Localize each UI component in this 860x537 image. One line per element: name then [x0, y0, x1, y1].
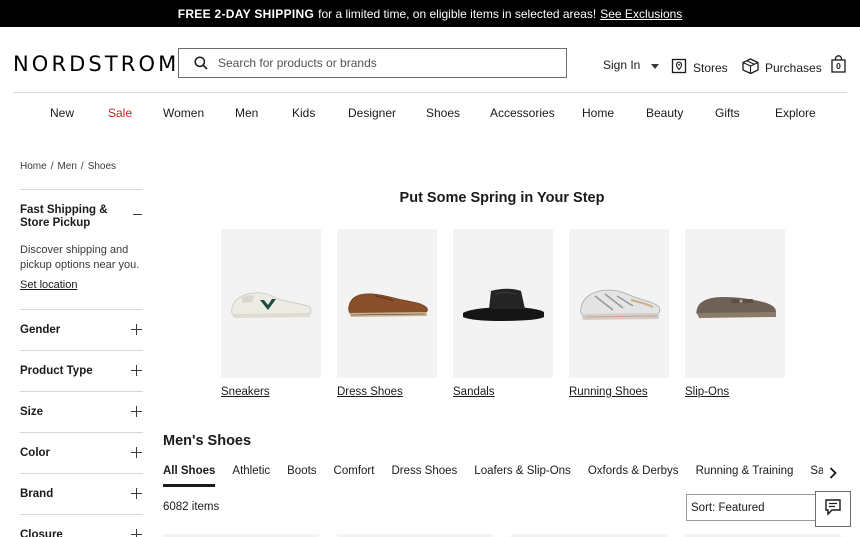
- expand-plus-icon: [131, 365, 142, 376]
- category-carousel: Sneakers Dress Shoes Sandals Running Sho…: [221, 229, 785, 398]
- category-running-shoes[interactable]: Running Shoes: [569, 229, 669, 398]
- nav-gifts[interactable]: Gifts: [715, 106, 740, 120]
- breadcrumb-home[interactable]: Home: [20, 161, 47, 172]
- category-label[interactable]: Sneakers: [221, 386, 321, 398]
- set-location-link[interactable]: Set location: [20, 279, 77, 291]
- nav-sale[interactable]: Sale: [108, 106, 132, 120]
- nav-home[interactable]: Home: [582, 106, 614, 120]
- item-count: 6082 items: [163, 501, 220, 513]
- filter-product-type[interactable]: Product Type: [20, 351, 143, 392]
- nav-kids[interactable]: Kids: [292, 106, 315, 120]
- category-label[interactable]: Slip-Ons: [685, 386, 785, 398]
- shopping-bag-button[interactable]: 0: [831, 55, 846, 78]
- nav-men[interactable]: Men: [235, 106, 258, 120]
- promo-text: for a limited time, on eligible items in…: [318, 6, 597, 21]
- running-shoe-image[interactable]: [569, 229, 669, 378]
- hero-title: Put Some Spring in Your Step: [399, 190, 605, 206]
- dress-shoe-image[interactable]: [337, 229, 437, 378]
- main-navigation: New Sale Women Men Kids Designer Shoes A…: [13, 92, 847, 132]
- category-label[interactable]: Dress Shoes: [337, 386, 437, 398]
- tab-loafers-slip-ons[interactable]: Loafers & Slip-Ons: [474, 465, 571, 487]
- sign-in-label: Sign In: [603, 58, 641, 72]
- breadcrumb: Home / Men / Shoes: [20, 161, 116, 172]
- search-bar[interactable]: [178, 48, 567, 78]
- shipping-description: Discover shipping and pickup options nea…: [20, 244, 140, 271]
- category-sandals[interactable]: Sandals: [453, 229, 553, 398]
- tab-athletic[interactable]: Athletic: [232, 465, 270, 487]
- tab-all-shoes[interactable]: All Shoes: [163, 465, 216, 487]
- sort-dropdown[interactable]: Sort: Featured: [686, 494, 818, 521]
- nav-accessories[interactable]: Accessories: [490, 106, 555, 120]
- filter-label: Gender: [20, 324, 61, 336]
- nav-shoes[interactable]: Shoes: [426, 106, 460, 120]
- breadcrumb-shoes: Shoes: [87, 161, 117, 172]
- expand-plus-icon: [131, 406, 142, 417]
- chevron-down-icon: [646, 58, 660, 72]
- tab-oxfords-derbys[interactable]: Oxfords & Derbys: [588, 465, 679, 487]
- filter-gender[interactable]: Gender: [20, 310, 143, 351]
- nav-explore[interactable]: Explore: [775, 106, 816, 120]
- see-exclusions-link[interactable]: See Exclusions: [600, 7, 682, 21]
- expand-plus-icon: [131, 488, 142, 499]
- package-icon: [742, 58, 759, 77]
- search-icon[interactable]: [192, 54, 210, 72]
- filter-closure[interactable]: Closure: [20, 515, 143, 537]
- tab-dress-shoes[interactable]: Dress Shoes: [391, 465, 457, 487]
- filter-sidebar: Fast Shipping & Store Pickup Discover sh…: [20, 189, 143, 537]
- purchases-button[interactable]: Purchases: [742, 58, 822, 77]
- expand-plus-icon: [131, 447, 142, 458]
- stores-button[interactable]: Stores: [671, 58, 728, 77]
- expand-plus-icon: [131, 324, 142, 335]
- nav-new[interactable]: New: [50, 106, 74, 120]
- sign-in-button[interactable]: Sign In: [603, 58, 660, 72]
- filter-label: Size: [20, 406, 44, 418]
- filter-label: Product Type: [20, 365, 93, 377]
- category-label[interactable]: Sandals: [453, 386, 553, 398]
- breadcrumb-men[interactable]: Men: [57, 161, 76, 172]
- promo-bold-text: FREE 2-DAY SHIPPING: [177, 6, 315, 21]
- store-map-icon: [671, 58, 687, 77]
- search-input[interactable]: [218, 56, 538, 70]
- breadcrumb-separator: /: [50, 161, 54, 172]
- nav-beauty[interactable]: Beauty: [646, 106, 683, 120]
- shipping-filter-label[interactable]: Fast Shipping & Store Pickup: [20, 204, 128, 230]
- stores-label: Stores: [693, 60, 728, 75]
- tab-comfort[interactable]: Comfort: [334, 465, 375, 487]
- filter-label: Closure: [20, 529, 63, 537]
- promo-banner: FREE 2-DAY SHIPPING for a limited time, …: [0, 0, 860, 27]
- collapse-minus-icon[interactable]: [133, 214, 142, 215]
- sneaker-image[interactable]: [221, 229, 321, 378]
- subcategory-tabs: All Shoes Athletic Boots Comfort Dress S…: [163, 465, 823, 487]
- nav-women[interactable]: Women: [163, 106, 204, 120]
- shipping-filter-panel: Fast Shipping & Store Pickup Discover sh…: [20, 190, 143, 310]
- sandal-image[interactable]: [453, 229, 553, 378]
- tab-running-training[interactable]: Running & Training: [696, 465, 794, 487]
- filter-label: Brand: [20, 488, 54, 500]
- category-dress-shoes[interactable]: Dress Shoes: [337, 229, 437, 398]
- tab-sandals-flip-flops[interactable]: Sandals & Flip-Flops: [810, 465, 823, 487]
- slip-on-image[interactable]: [685, 229, 785, 378]
- chat-icon: [824, 498, 842, 521]
- category-sneakers[interactable]: Sneakers: [221, 229, 321, 398]
- listing-title: Men's Shoes: [163, 433, 252, 449]
- filter-size[interactable]: Size: [20, 392, 143, 433]
- category-label[interactable]: Running Shoes: [569, 386, 669, 398]
- nav-designer[interactable]: Designer: [348, 106, 396, 120]
- breadcrumb-separator: /: [80, 161, 84, 172]
- category-slip-ons[interactable]: Slip-Ons: [685, 229, 785, 398]
- filter-color[interactable]: Color: [20, 433, 143, 474]
- filter-brand[interactable]: Brand: [20, 474, 143, 515]
- tab-boots[interactable]: Boots: [287, 465, 316, 487]
- expand-plus-icon: [131, 529, 142, 537]
- chevron-right-icon[interactable]: [826, 466, 840, 480]
- bag-count: 0: [836, 61, 841, 71]
- chat-button[interactable]: [815, 491, 851, 527]
- filter-label: Color: [20, 447, 51, 459]
- purchases-label: Purchases: [765, 60, 822, 75]
- nordstrom-logo[interactable]: NORDSTROM: [13, 52, 179, 76]
